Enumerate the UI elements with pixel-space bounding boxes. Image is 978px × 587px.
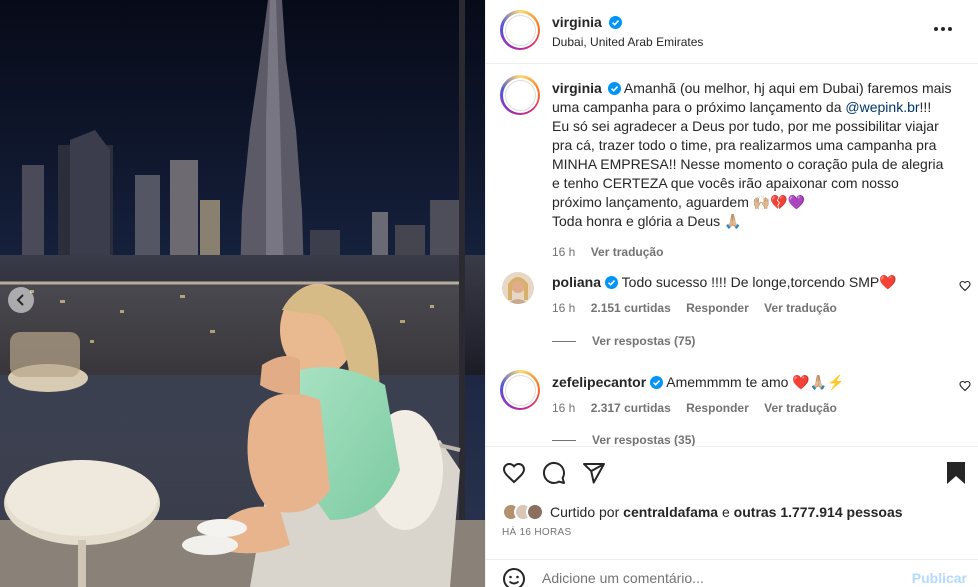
caption-translate-link[interactable]: Ver tradução xyxy=(591,245,664,259)
post-image[interactable] xyxy=(0,0,485,587)
comment-username[interactable]: poliana xyxy=(552,274,601,290)
comment-meta: 16 h 2.317 curtidas Responder Ver traduç… xyxy=(552,399,932,417)
caption-mention-link[interactable]: @wepink.br xyxy=(845,99,919,115)
first-liker-link[interactable]: centraldafama xyxy=(623,504,718,520)
likes-others-link[interactable]: outras 1.777.914 pessoas xyxy=(734,504,903,520)
heart-icon xyxy=(959,280,971,292)
likes-prefix: Curtido por xyxy=(550,504,620,520)
post-panel: virginia Dubai, United Arab Emirates vir… xyxy=(485,0,978,587)
comment-translate-link[interactable]: Ver tradução xyxy=(764,301,837,315)
comment-avatar[interactable] xyxy=(502,272,534,304)
save-button[interactable] xyxy=(946,461,966,488)
verified-badge-icon xyxy=(607,82,621,95)
caption-body-end: !!! Eu só sei agradecer a Deus por tudo,… xyxy=(552,99,944,210)
caption-avatar[interactable] xyxy=(500,75,540,115)
view-replies-label: Ver respostas (75) xyxy=(592,334,696,348)
comment-input[interactable] xyxy=(542,570,902,586)
caption-time[interactable]: 16 h xyxy=(552,245,575,259)
author-avatar[interactable] xyxy=(500,10,540,50)
emoji-button[interactable] xyxy=(502,567,526,587)
send-icon xyxy=(583,463,605,484)
emoji-icon xyxy=(503,568,525,587)
comment-translate-link[interactable]: Ver tradução xyxy=(764,401,837,415)
avatar-image xyxy=(504,14,536,46)
comment-reply-button[interactable]: Responder xyxy=(686,401,749,415)
share-button[interactable] xyxy=(582,461,606,488)
caption-line2: Toda honra e glória a Deus 🙏🏼 xyxy=(552,213,742,229)
post-actions: Curtido por centraldafama e outras 1.777… xyxy=(486,446,978,541)
like-button[interactable] xyxy=(502,461,526,488)
more-options-button[interactable] xyxy=(933,20,953,35)
likers-avatars[interactable] xyxy=(502,503,544,521)
view-replies-button[interactable]: Ver respostas (35) xyxy=(552,433,695,447)
comment-like-button[interactable] xyxy=(959,380,971,395)
liker-avatar xyxy=(526,503,544,521)
heart-icon xyxy=(959,380,971,392)
chevron-left-icon xyxy=(16,294,24,306)
comment-username[interactable]: zefelipecantor xyxy=(552,374,646,390)
publish-button[interactable]: Publicar xyxy=(912,570,967,586)
likes-summary: Curtido por centraldafama e outras 1.777… xyxy=(502,503,903,521)
posted-time[interactable]: HÁ 16 HORAS xyxy=(502,527,571,538)
post-photo xyxy=(0,0,485,587)
avatar-image xyxy=(504,374,536,406)
replies-divider xyxy=(552,439,576,441)
instagram-post: virginia Dubai, United Arab Emirates vir… xyxy=(0,0,978,587)
post-header: virginia Dubai, United Arab Emirates xyxy=(486,0,978,64)
comment-likes[interactable]: 2.151 curtidas xyxy=(591,301,671,315)
more-horizontal-icon xyxy=(934,27,952,31)
comment-time[interactable]: 16 h xyxy=(552,301,575,315)
verified-badge-icon xyxy=(650,376,664,389)
view-replies-label: Ver respostas (35) xyxy=(592,433,696,447)
bookmark-icon xyxy=(947,462,965,484)
comment-like-button[interactable] xyxy=(959,280,971,295)
comment-likes[interactable]: 2.317 curtidas xyxy=(591,401,671,415)
comment-text: Todo sucesso !!!! De longe,torcendo SMP❤… xyxy=(621,274,897,290)
avatar-image xyxy=(504,79,536,111)
comment-meta: 16 h 2.151 curtidas Responder Ver traduç… xyxy=(552,299,932,317)
comment-time[interactable]: 16 h xyxy=(552,401,575,415)
view-replies-button[interactable]: Ver respostas (75) xyxy=(552,334,695,348)
comment-reply-button[interactable]: Responder xyxy=(686,301,749,315)
caption-meta: 16 h Ver tradução xyxy=(552,243,952,262)
likes-middle: e xyxy=(721,504,730,520)
commenter-photo xyxy=(502,272,534,304)
comment-button[interactable] xyxy=(542,461,566,488)
caption-text: virginia Amanhã (ou melhor, hj aqui em D… xyxy=(552,79,952,262)
verified-badge-icon xyxy=(605,276,619,289)
comment-icon xyxy=(542,461,565,484)
caption-username[interactable]: virginia xyxy=(552,80,602,96)
comment-avatar[interactable] xyxy=(500,370,540,410)
comment-composer: Publicar xyxy=(486,559,978,587)
author-username[interactable]: virginia xyxy=(552,14,602,30)
comment-text: Amemmmm te amo ❤️🙏🏼⚡ xyxy=(666,374,845,390)
media-prev-button[interactable] xyxy=(8,287,34,313)
verified-badge-icon xyxy=(609,16,623,29)
replies-divider xyxy=(552,340,576,342)
post-location[interactable]: Dubai, United Arab Emirates xyxy=(552,35,703,49)
heart-icon xyxy=(502,462,526,484)
